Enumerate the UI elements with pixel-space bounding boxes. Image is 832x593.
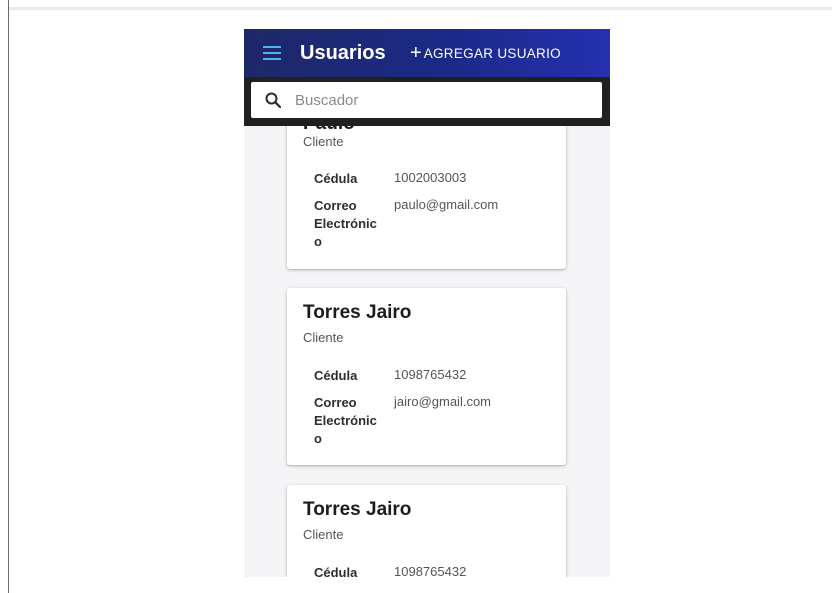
user-card[interactable]: Torres Jairo Cliente Cédula 1098765432 (287, 485, 566, 577)
search-bar (244, 77, 610, 126)
window-left-border (8, 0, 9, 593)
email-value: paulo@gmail.com (394, 197, 499, 212)
cedula-value: 1002003003 (394, 170, 467, 185)
user-role: Cliente (303, 330, 344, 345)
user-role: Cliente (303, 527, 344, 542)
cedula-label: Cédula (314, 171, 358, 186)
cedula-label: Cédula (314, 565, 358, 577)
plus-icon: + (410, 42, 422, 64)
page-title: Usuarios (300, 41, 386, 64)
email-value: jairo@gmail.com (394, 394, 491, 409)
add-user-label: AGREGAR USUARIO (423, 45, 561, 61)
user-role: Cliente (303, 134, 344, 149)
email-label-line2: Electrónic (314, 216, 377, 231)
email-label-line3: o (314, 431, 322, 446)
search-icon (251, 82, 295, 118)
menu-icon (263, 46, 281, 60)
user-card[interactable]: Torres Jairo Cliente Cédula 1098765432 C… (287, 288, 566, 465)
search-box[interactable] (251, 82, 602, 118)
window-top-divider (9, 7, 832, 10)
email-label-line2: Electrónic (314, 413, 377, 428)
cedula-value: 1098765432 (394, 367, 467, 382)
user-name: Torres Jairo (303, 302, 412, 323)
search-input[interactable] (295, 91, 585, 109)
user-name: Torres Jairo (303, 499, 412, 520)
email-label-line1: Correo (314, 198, 357, 213)
mobile-app-frame: Paulo Cliente Cédula 1002003003 Correo E… (244, 29, 610, 577)
email-label-line1: Correo (314, 395, 357, 410)
cedula-value: 1098765432 (394, 564, 467, 577)
menu-button[interactable] (244, 29, 300, 77)
cedula-label: Cédula (314, 368, 358, 383)
browser-viewport: Paulo Cliente Cédula 1002003003 Correo E… (0, 0, 832, 593)
email-label-line3: o (314, 234, 322, 249)
app-bar: Usuarios + AGREGAR USUARIO (244, 29, 610, 77)
add-user-button[interactable]: + AGREGAR USUARIO (410, 43, 561, 63)
